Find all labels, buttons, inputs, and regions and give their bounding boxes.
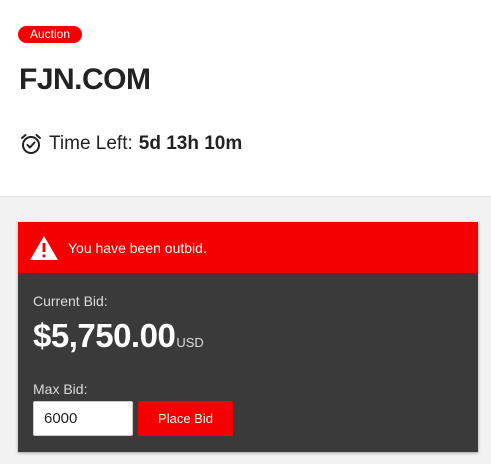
max-bid-label: Max Bid: <box>33 381 88 397</box>
outbid-alert: You have been outbid. <box>18 222 478 273</box>
max-bid-input[interactable] <box>33 401 133 436</box>
time-left-label: Time Left: <box>49 133 133 154</box>
current-bid-label: Current Bid: <box>33 293 108 309</box>
auction-badge: Auction <box>18 26 83 43</box>
time-left-value: 5d 13h 10m <box>138 133 243 154</box>
time-left: Time Left: 5d 13h 10m <box>19 130 242 158</box>
current-bid-currency: USD <box>176 335 204 350</box>
current-bid-amount: $5,750.00 <box>33 317 176 354</box>
bid-panel: You have been outbid. Current Bid: $5,75… <box>18 222 478 452</box>
current-bid: $5,750.00 USD <box>33 317 204 355</box>
warning-triangle-icon <box>29 235 59 261</box>
alert-message: You have been outbid. <box>68 239 207 256</box>
place-bid-button[interactable]: Place Bid <box>138 401 233 436</box>
listing-header: Auction FJN.COM Time Left: 5d 13h 10m <box>0 0 491 197</box>
alarm-clock-icon <box>19 132 43 156</box>
domain-title: FJN.COM <box>19 63 151 96</box>
